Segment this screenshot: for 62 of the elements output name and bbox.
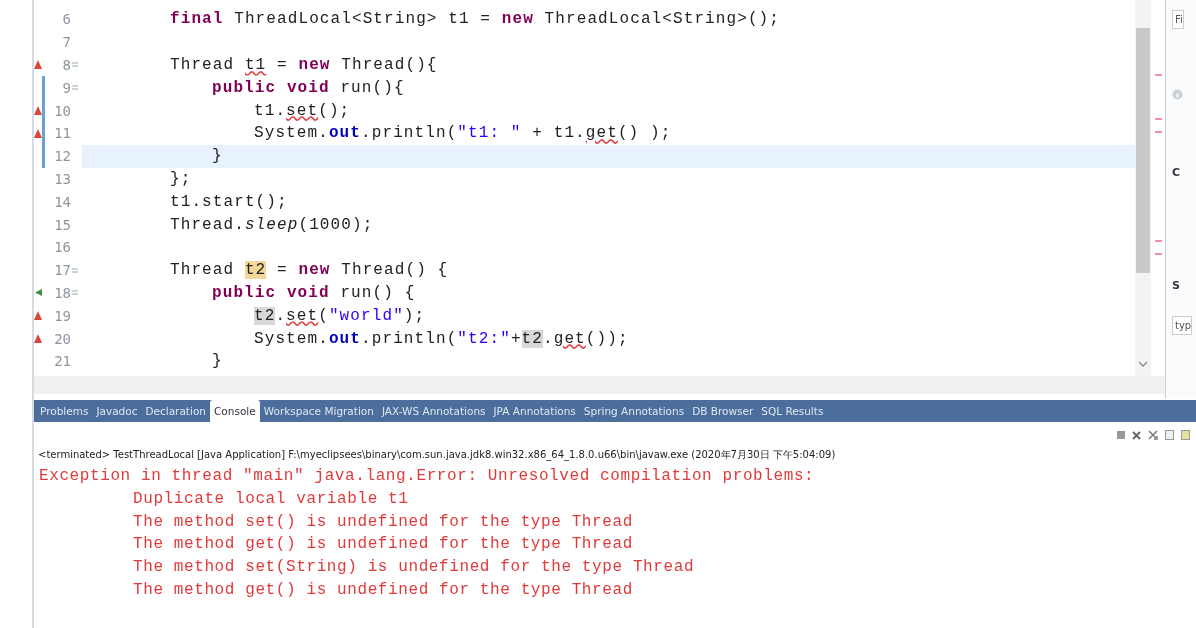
vertical-scrollbar[interactable]: [1135, 0, 1151, 376]
console-output-line: Duplicate local variable t1: [132, 489, 409, 510]
stop-icon[interactable]: [1117, 431, 1125, 439]
page-icon[interactable]: [1165, 430, 1174, 440]
view-tab[interactable]: JAX-WS Annotations: [377, 400, 490, 422]
line-number: 20: [53, 330, 71, 347]
fold-icon[interactable]: [72, 267, 78, 273]
line-number: 17: [53, 262, 71, 279]
fold-icon[interactable]: [72, 85, 78, 91]
code-line: };: [170, 169, 192, 188]
view-tab[interactable]: DB Browser: [688, 400, 758, 422]
close-icon[interactable]: [1132, 430, 1141, 440]
view-tab[interactable]: SQL Results: [757, 400, 828, 422]
remove-all-icon[interactable]: [1148, 430, 1158, 440]
line-number: 11: [53, 125, 71, 142]
code-line: Thread t1 = new Thread(){: [170, 56, 438, 74]
line-number: 21: [53, 353, 71, 370]
view-tab[interactable]: Problems: [36, 400, 93, 422]
code-line: System.out.println("t1: " + t1.get() );: [254, 124, 672, 143]
code-line: Thread.sleep(1000);: [170, 215, 374, 234]
horizontal-scrollbar[interactable]: [34, 376, 1165, 394]
code-line: Thread t2 = new Thread() {: [170, 261, 449, 280]
line-number: 18: [53, 284, 71, 301]
console-output-line: The method get() is undefined for the type Thread: [132, 535, 633, 556]
line-number: 15: [53, 216, 71, 233]
line-number: 10: [53, 102, 71, 119]
view-tab[interactable]: Javadoc: [92, 400, 142, 422]
view-tab[interactable]: JPA Annotations: [489, 400, 580, 422]
line-number: 13: [53, 170, 71, 187]
fold-icon[interactable]: [72, 62, 78, 68]
code-line: System.out.println("t2:"+t2.get());: [254, 329, 629, 348]
console-header: <terminated> TestThreadLocal [Java Application] F:\myeclipsees\binary\com.sun.java.jdk8.win32.x86_64_1.8.0.u66\bin\javaw.exe (2020年7月30日 下午5:04:09): [37, 448, 837, 462]
fold-icon[interactable]: [72, 290, 78, 296]
code-line: public void run() {: [212, 283, 416, 302]
code-line: public void run(){: [212, 78, 405, 97]
code-line: final ThreadLocal<String> t1 = new ThreadLocal<String>();: [170, 10, 780, 29]
view-tab[interactable]: Console: [210, 400, 260, 422]
line-number: 14: [53, 193, 71, 210]
line-number: 12: [53, 148, 71, 165]
view-tab[interactable]: Spring Annotations: [579, 400, 689, 422]
view-tab[interactable]: Declaration: [141, 400, 210, 422]
console-output-line: The method get() is undefined for the type Thread: [132, 581, 633, 601]
code-line: t2.set("world");: [254, 306, 426, 325]
type-field[interactable]: typ: [1172, 316, 1193, 335]
line-number: 9: [61, 79, 71, 96]
code-line: t1.start();: [170, 192, 288, 211]
line-number: 19: [53, 307, 71, 324]
line-number: 16: [53, 239, 71, 256]
line-number: 7: [61, 34, 71, 51]
console-output-line: The method set() is undefined for the type Thread: [132, 512, 633, 533]
panel-title: C: [1172, 166, 1181, 179]
console-output-line: Exception in thread "main" java.lang.Error: Unresolved compilation problems:: [38, 467, 815, 487]
panel-title: S: [1172, 279, 1180, 292]
line-number: 8: [61, 57, 71, 73]
console-output-line: The method set(String) is undefined for the type Thread: [132, 558, 695, 579]
view-tab[interactable]: Workspace Migration: [259, 400, 378, 422]
filter-field[interactable]: Fi: [1172, 10, 1184, 29]
info-icon: [1172, 89, 1183, 100]
code-line: }: [212, 352, 223, 371]
line-number: 6: [61, 11, 71, 28]
chevron-down-icon[interactable]: [1138, 361, 1148, 367]
code-line: t1.set();: [254, 101, 351, 120]
